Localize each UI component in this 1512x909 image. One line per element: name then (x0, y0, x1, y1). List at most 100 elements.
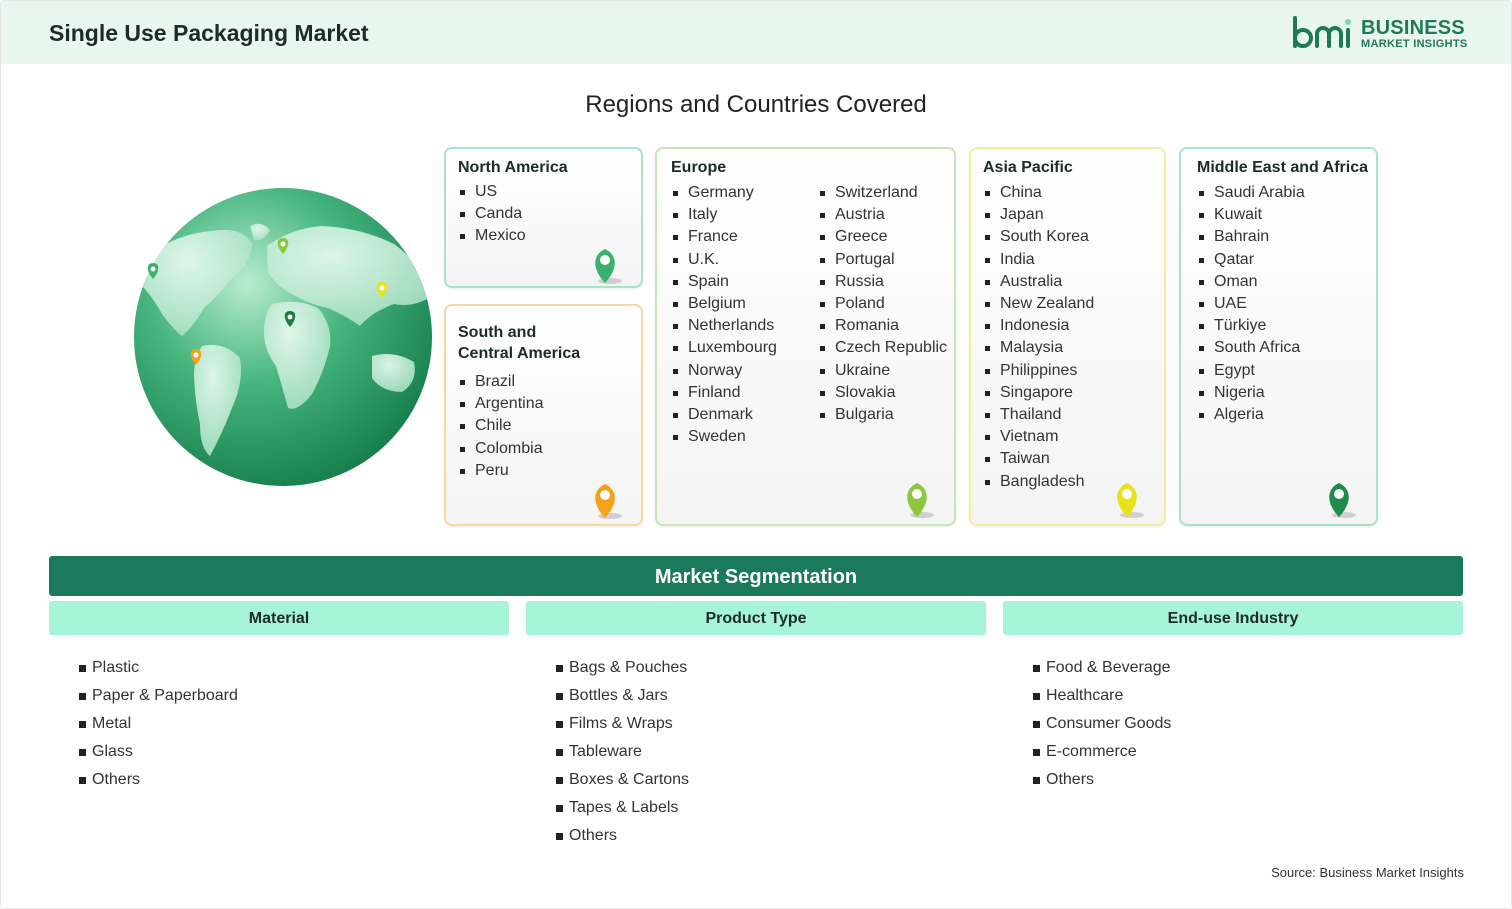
list-item: Chile (458, 415, 544, 437)
map-pin-icon (595, 484, 622, 519)
regions-title: Regions and Countries Covered (585, 91, 927, 118)
list-item: China (983, 182, 1094, 204)
list-item: Peru (458, 460, 544, 482)
list-item: Bangladesh (983, 471, 1094, 493)
segment-list-material: Plastic Paper & Paperboard Metal Glass O… (79, 654, 238, 794)
list-item: Plastic (79, 654, 238, 682)
segmentation-header: Market Segmentation (49, 556, 1463, 596)
list-item: Food & Beverage (1033, 654, 1171, 682)
list-item: Oman (1197, 271, 1305, 293)
country-list-north-america: US Canda Mexico (458, 181, 526, 248)
country-list-mea: Saudi Arabia Kuwait Bahrain Qatar Oman U… (1197, 182, 1305, 426)
list-item: Italy (671, 204, 777, 226)
list-item: Portugal (818, 249, 947, 271)
list-item: Bags & Pouches (556, 654, 689, 682)
country-list-europe-col2: Switzerland Austria Greece Portugal Russ… (818, 182, 947, 426)
list-item: Bahrain (1197, 226, 1305, 248)
logo-text-business: BUSINESS (1361, 17, 1465, 39)
list-item: Russia (818, 271, 947, 293)
region-card-north-america: North America US Canda Mexico (444, 147, 643, 288)
list-item: Qatar (1197, 249, 1305, 271)
list-item: Thailand (983, 404, 1094, 426)
list-item: Singapore (983, 382, 1094, 404)
list-item: U.K. (671, 249, 777, 271)
list-item: Paper & Paperboard (79, 682, 238, 710)
list-item: France (671, 226, 777, 248)
list-item: Healthcare (1033, 682, 1171, 710)
list-item: Netherlands (671, 315, 777, 337)
list-item: Metal (79, 710, 238, 738)
map-pin-icon (595, 249, 622, 284)
map-pin-icon (1117, 483, 1144, 518)
list-item: Slovakia (818, 382, 947, 404)
list-item: Sweden (671, 426, 777, 448)
list-item: Romania (818, 315, 947, 337)
list-item: UAE (1197, 293, 1305, 315)
list-item: Taiwan (983, 448, 1094, 470)
list-item: Greece (818, 226, 947, 248)
list-item: Spain (671, 271, 777, 293)
list-item: South Africa (1197, 337, 1305, 359)
segment-list-product-type: Bags & Pouches Bottles & Jars Films & Wr… (556, 654, 689, 850)
list-item: Luxembourg (671, 337, 777, 359)
list-item: Boxes & Cartons (556, 766, 689, 794)
list-item: Canda (458, 203, 526, 225)
country-list-south-central-america: Brazil Argentina Chile Colombia Peru (458, 371, 544, 482)
list-item: Philippines (983, 360, 1094, 382)
list-item: Czech Republic (818, 337, 947, 359)
logo-text-market-insights: MARKET INSIGHTS (1361, 38, 1468, 50)
region-title-line: South and (458, 324, 537, 341)
list-item: Bulgaria (818, 404, 947, 426)
list-item: Belgium (671, 293, 777, 315)
list-item: Saudi Arabia (1197, 182, 1305, 204)
region-title-mea: Middle East and Africa (1197, 159, 1368, 176)
list-item: Finland (671, 382, 777, 404)
segment-header-material: Material (49, 601, 509, 635)
list-item: Consumer Goods (1033, 710, 1171, 738)
list-item: Indonesia (983, 315, 1094, 337)
segment-header-product-type: Product Type (526, 601, 986, 635)
list-item: Vietnam (983, 426, 1094, 448)
list-item: Switzerland (818, 182, 947, 204)
region-card-mea: Middle East and Africa Saudi Arabia Kuwa… (1179, 147, 1378, 526)
list-item: India (983, 249, 1094, 271)
list-item: E-commerce (1033, 738, 1171, 766)
list-item: Algeria (1197, 404, 1305, 426)
list-item: Brazil (458, 371, 544, 393)
list-item: Türkiye (1197, 315, 1305, 337)
globe-illustration (134, 188, 432, 486)
segment-title-material: Material (248, 610, 310, 627)
list-item: Ukraine (818, 360, 947, 382)
list-item: US (458, 181, 526, 203)
region-title-north-america: North America (458, 159, 568, 176)
list-item: Norway (671, 360, 777, 382)
page-header: Single Use Packaging Market BUSINESS MAR… (1, 1, 1511, 64)
list-item: Colombia (458, 438, 544, 460)
page-title: Single Use Packaging Market (49, 20, 369, 46)
list-item: Glass (79, 738, 238, 766)
list-item: Austria (818, 204, 947, 226)
map-pin-icon (1329, 483, 1356, 518)
list-item: Egypt (1197, 360, 1305, 382)
source-note: Source: Business Market Insights (1271, 865, 1464, 880)
region-card-south-central-america: South and Central America Brazil Argenti… (444, 304, 643, 526)
map-pin-icon (907, 483, 934, 518)
region-card-europe: Europe Germany Italy France U.K. Spain B… (655, 147, 956, 526)
list-item: Tapes & Labels (556, 794, 689, 822)
bmi-logo-icon (1293, 16, 1351, 48)
list-item: Bottles & Jars (556, 682, 689, 710)
list-item: Kuwait (1197, 204, 1305, 226)
list-item: Japan (983, 204, 1094, 226)
region-title-south-central-america: South and Central America (458, 322, 580, 364)
segment-header-end-use: End-use Industry (1003, 601, 1463, 635)
list-item: Others (79, 766, 238, 794)
segment-title-end-use: End-use Industry (1167, 610, 1299, 627)
list-item: Argentina (458, 393, 544, 415)
list-item: Denmark (671, 404, 777, 426)
list-item: Malaysia (983, 337, 1094, 359)
region-title-asia-pacific: Asia Pacific (983, 159, 1073, 176)
list-item: Australia (983, 271, 1094, 293)
country-list-europe-col1: Germany Italy France U.K. Spain Belgium … (671, 182, 777, 448)
list-item: Tableware (556, 738, 689, 766)
list-item: South Korea (983, 226, 1094, 248)
